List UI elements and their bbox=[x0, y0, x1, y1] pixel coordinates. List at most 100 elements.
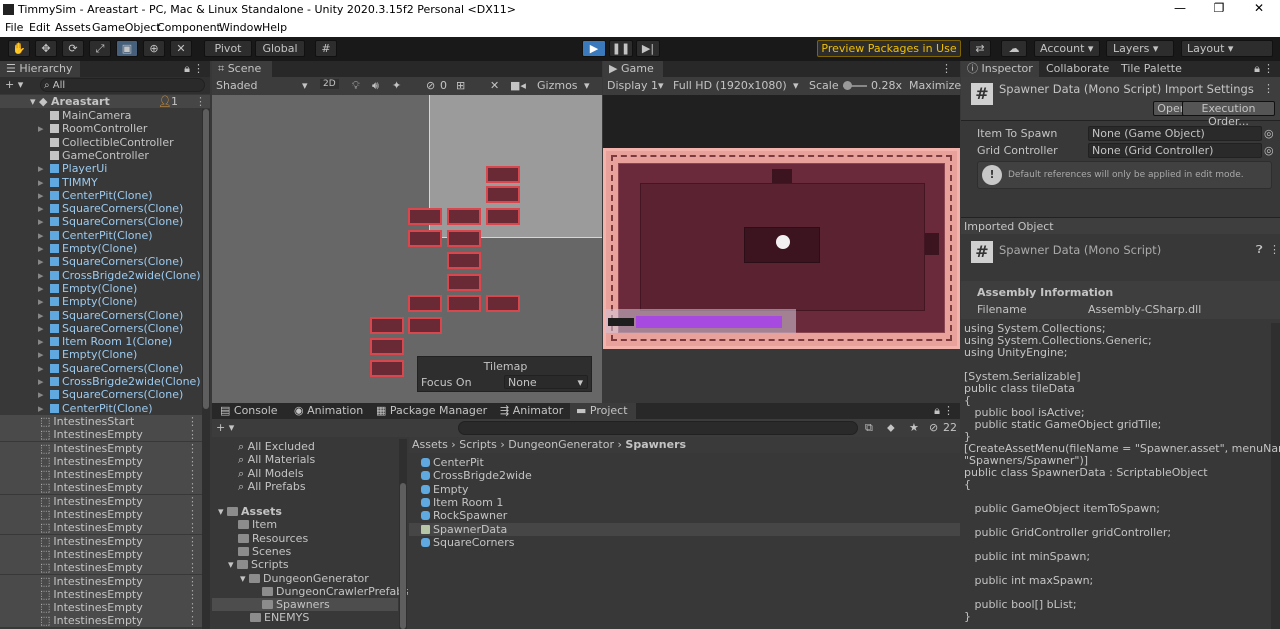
tools-icon[interactable]: ✕ bbox=[490, 79, 499, 92]
hierarchy-item[interactable]: ▸ Empty(Clone) bbox=[0, 295, 202, 308]
expand-arrow-icon[interactable]: ▾ bbox=[240, 572, 249, 585]
close-icon[interactable]: ✕ bbox=[1244, 1, 1274, 15]
label-icon[interactable]: ⬥ bbox=[887, 421, 895, 435]
tab-animator[interactable]: ⇶ Animator bbox=[494, 403, 569, 419]
row-menu-icon[interactable]: ⋮ bbox=[187, 588, 198, 601]
expand-arrow-icon[interactable]: ▸ bbox=[38, 388, 50, 401]
expand-arrow-icon[interactable]: ▸ bbox=[38, 122, 50, 135]
hierarchy-item[interactable]: MainCamera bbox=[0, 109, 202, 122]
settings-icon[interactable]: ⋮ bbox=[1263, 82, 1274, 95]
row-menu-icon[interactable]: ⋮ bbox=[187, 495, 198, 508]
lock-icon[interactable]: 🔒︎ bbox=[1254, 62, 1260, 76]
tab-scene[interactable]: ⌗ Scene bbox=[212, 61, 272, 77]
hierarchy-item-selected[interactable]: ⬚ IntestinesEmpty ⋮ bbox=[0, 454, 202, 468]
hierarchy-item-selected[interactable]: ⬚ IntestinesEmpty ⋮ bbox=[0, 587, 202, 601]
hierarchy-item[interactable]: ▸ SquareCorners(Clone) bbox=[0, 322, 202, 335]
object-picker-icon[interactable]: ◎ bbox=[1264, 127, 1274, 140]
effects-icon[interactable]: ✦ bbox=[392, 79, 401, 92]
add-button[interactable]: + ▾ bbox=[5, 78, 23, 91]
hierarchy-item-selected[interactable]: ⬚ IntestinesEmpty ⋮ bbox=[0, 561, 202, 575]
custom-tool-icon[interactable]: ✕ bbox=[170, 40, 192, 57]
camera-icon[interactable]: ■◂ bbox=[510, 79, 526, 92]
audio-icon[interactable]: 🔊︎ bbox=[372, 79, 379, 93]
game-viewport[interactable] bbox=[603, 95, 960, 349]
expand-arrow-icon[interactable]: ▾ bbox=[30, 95, 36, 108]
hierarchy-item-selected[interactable]: ⬚ IntestinesEmpty ⋮ bbox=[0, 428, 202, 442]
layout-dropdown[interactable]: Layout ▾ bbox=[1181, 40, 1273, 57]
row-menu-icon[interactable]: ⋮ bbox=[187, 601, 198, 614]
hierarchy-item[interactable]: ▸ CrossBrigde2wide(Clone) bbox=[0, 269, 202, 282]
favorite-item[interactable]: ⌕ All Excluded bbox=[238, 440, 315, 453]
expand-arrow-icon[interactable]: ▸ bbox=[38, 295, 50, 308]
folder-item[interactable]: Resources bbox=[238, 532, 308, 545]
expand-arrow-icon[interactable]: ▸ bbox=[38, 335, 50, 348]
hierarchy-item-selected[interactable]: ⬚ IntestinesEmpty ⋮ bbox=[0, 508, 202, 521]
expand-arrow-icon[interactable]: ▸ bbox=[38, 215, 50, 228]
scale-tool-icon[interactable]: ⤢ bbox=[89, 40, 111, 57]
menu-gameobject[interactable]: GameObject bbox=[92, 21, 161, 34]
pivot-toggle[interactable]: Pivot bbox=[204, 40, 252, 57]
lighting-icon[interactable]: 💡︎ bbox=[352, 79, 360, 93]
hierarchy-item[interactable]: ▸ SquareCorners(Clone) bbox=[0, 362, 202, 375]
folder-item[interactable]: ▾ Scripts bbox=[228, 558, 289, 571]
cloud-icon[interactable]: ☁ bbox=[1001, 40, 1027, 57]
hierarchy-item[interactable]: ▸ Empty(Clone) bbox=[0, 348, 202, 361]
hierarchy-item-selected[interactable]: ⬚ IntestinesEmpty ⋮ bbox=[0, 494, 202, 508]
folder-item[interactable]: ENEMYS bbox=[250, 611, 309, 624]
expand-arrow-icon[interactable]: ▸ bbox=[38, 202, 50, 215]
tab-collaborate[interactable]: Collaborate bbox=[1040, 61, 1115, 77]
hierarchy-item-selected[interactable]: ⬚ IntestinesEmpty ⋮ bbox=[0, 468, 202, 482]
collab-icon[interactable]: ⇄ bbox=[969, 40, 991, 57]
panel-menu-icon[interactable]: ⋮ bbox=[943, 404, 954, 417]
row-menu-icon[interactable]: ⋮ bbox=[187, 428, 198, 441]
hierarchy-item-selected[interactable]: ⬚ IntestinesEmpty ⋮ bbox=[0, 601, 202, 615]
expand-arrow-icon[interactable]: ▸ bbox=[38, 269, 50, 282]
expand-arrow-icon[interactable]: ▸ bbox=[38, 309, 50, 322]
lock-icon[interactable]: 🔒︎ bbox=[934, 404, 940, 418]
menu-window[interactable]: Window bbox=[219, 21, 262, 34]
hierarchy-item-selected[interactable]: ⬚ IntestinesEmpty ⋮ bbox=[0, 574, 202, 588]
pause-button[interactable]: ❚❚ bbox=[609, 40, 633, 57]
hierarchy-item[interactable]: ▸ SquareCorners(Clone) bbox=[0, 202, 202, 215]
expand-arrow-icon[interactable]: ▸ bbox=[38, 282, 50, 295]
favorite-item[interactable]: ⌕ All Prefabs bbox=[238, 480, 306, 493]
tree-scrollbar[interactable] bbox=[399, 439, 407, 629]
expand-arrow-icon[interactable]: ▸ bbox=[38, 229, 50, 242]
expand-arrow-icon[interactable]: ▸ bbox=[38, 162, 50, 175]
asset-file[interactable]: Item Room 1 bbox=[409, 496, 960, 509]
scale-slider-thumb[interactable] bbox=[843, 81, 852, 90]
scroll-thumb[interactable] bbox=[203, 109, 209, 409]
row-menu-icon[interactable]: ⋮ bbox=[187, 561, 198, 574]
hierarchy-item[interactable]: ▸ CenterPit(Clone) bbox=[0, 402, 202, 415]
expand-arrow-icon[interactable]: ▸ bbox=[38, 322, 50, 335]
hierarchy-item[interactable]: ▸ PlayerUi bbox=[0, 162, 202, 175]
hierarchy-item[interactable]: ▸ CenterPit(Clone) bbox=[0, 229, 202, 242]
hierarchy-item[interactable]: ▸ Empty(Clone) bbox=[0, 282, 202, 295]
hierarchy-item-selected[interactable]: ⬚ IntestinesStart ⋮ bbox=[0, 414, 202, 428]
focus-dropdown[interactable]: None ▾ bbox=[504, 375, 588, 389]
account-dropdown[interactable]: Account ▾ bbox=[1034, 40, 1100, 57]
favorite-item[interactable]: ⌕ All Materials bbox=[238, 453, 315, 466]
execution-order-button[interactable]: Execution Order... bbox=[1182, 101, 1275, 128]
tab-hierarchy[interactable]: ☰ Hierarchy bbox=[0, 61, 80, 77]
panel-menu-icon[interactable]: ⋮ bbox=[193, 62, 204, 75]
panel-menu-icon[interactable]: ⋮ bbox=[941, 62, 952, 75]
menu-component[interactable]: Component bbox=[157, 21, 221, 34]
row-menu-icon[interactable]: ⋮ bbox=[187, 415, 198, 428]
assets-root[interactable]: ▾ Assets bbox=[218, 505, 282, 518]
menu-edit[interactable]: Edit bbox=[29, 21, 50, 34]
preview-packages-button[interactable]: Preview Packages in Use ▾ bbox=[817, 40, 961, 70]
favorite-star-icon[interactable]: ★ bbox=[909, 421, 919, 434]
hierarchy-item[interactable]: GameController bbox=[0, 149, 202, 162]
row-menu-icon[interactable]: ⋮ bbox=[187, 548, 198, 561]
hand-tool-icon[interactable]: ✋ bbox=[8, 40, 30, 57]
expand-arrow-icon[interactable]: ▸ bbox=[38, 348, 50, 361]
hierarchy-item[interactable]: ▸ RoomController bbox=[0, 122, 202, 135]
search-input[interactable]: ⌕ All bbox=[40, 78, 205, 92]
hierarchy-item-selected[interactable]: ⬚ IntestinesEmpty ⋮ bbox=[0, 547, 202, 561]
layers-dropdown[interactable]: Layers ▾ bbox=[1106, 40, 1174, 57]
breadcrumb-scripts[interactable]: Scripts bbox=[459, 438, 497, 451]
expand-arrow-icon[interactable]: ▸ bbox=[38, 255, 50, 268]
gizmos-dropdown[interactable]: Gizmos bbox=[537, 79, 578, 92]
expand-arrow-icon[interactable]: ▸ bbox=[38, 242, 50, 255]
